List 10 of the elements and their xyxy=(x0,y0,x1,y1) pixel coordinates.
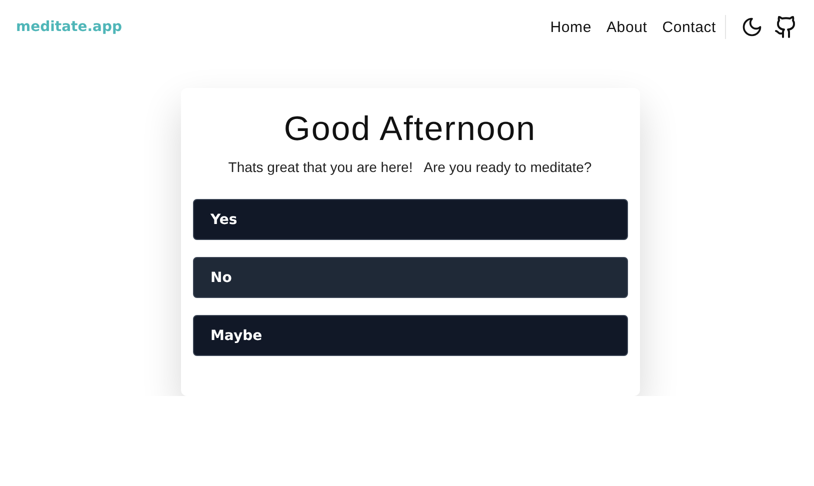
nav-link[interactable]: Contact xyxy=(662,18,716,36)
answer-button[interactable]: Yes xyxy=(192,199,628,240)
greeting-title: Good Afternoon xyxy=(282,110,538,149)
moon-icon[interactable] xyxy=(741,16,763,38)
answer-button[interactable]: Maybe xyxy=(192,315,628,356)
prompt-text: Thats great that you are here! Are you ready to meditate? xyxy=(227,159,593,175)
nav-link[interactable]: About xyxy=(606,18,648,36)
github-icon[interactable] xyxy=(774,15,798,39)
answer-button[interactable]: No xyxy=(192,257,628,298)
nav-link[interactable]: Home xyxy=(550,18,592,36)
